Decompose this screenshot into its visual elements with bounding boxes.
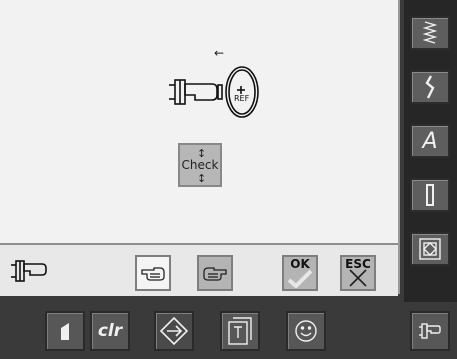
alphabet-label: A <box>422 128 438 154</box>
hand-left-button[interactable] <box>135 255 171 291</box>
action-bar: OK ESC <box>0 243 398 296</box>
presser-foot-hoop-illustration <box>169 66 259 118</box>
diamond-arrows-icon <box>159 316 189 346</box>
ok-button[interactable]: OK <box>282 255 318 291</box>
arrow-down-icon: ↕ <box>197 172 207 185</box>
buttonhole-icon <box>426 184 434 206</box>
check-hoop-button[interactable]: ↕ ↔ Check ↕ <box>178 143 222 187</box>
hand-right-button[interactable] <box>197 255 233 291</box>
practical-stitches-button[interactable] <box>410 16 450 50</box>
check-label: Check <box>180 158 220 172</box>
needle-stop-button[interactable] <box>45 311 85 351</box>
main-panel: ← REF ↕ ↔ Check ↕ <box>0 0 400 296</box>
decorative-stitches-button[interactable] <box>410 70 450 104</box>
esc-button[interactable]: ESC <box>340 255 376 291</box>
embroidery-hoop-button[interactable] <box>154 311 194 351</box>
presser-foot-icon <box>11 260 47 282</box>
tutorial-button[interactable] <box>220 311 260 351</box>
alphabets-button[interactable]: A <box>410 124 450 158</box>
quilt-stitches-button[interactable] <box>410 232 450 266</box>
checkmark-icon <box>287 269 313 288</box>
bottom-toolbar: clr <box>0 302 457 359</box>
hand-pointing-left-icon <box>141 267 165 281</box>
ref-label: REF <box>234 94 250 103</box>
quilt-square-icon <box>419 238 441 260</box>
presser-foot-small-icon <box>419 323 441 339</box>
book-t-icon <box>228 317 252 345</box>
needle-position-icon <box>61 323 69 340</box>
direction-arrow: ← <box>214 46 225 60</box>
clr-label: clr <box>97 321 123 341</box>
buttonholes-button[interactable] <box>410 178 450 212</box>
smiley-icon <box>295 320 317 342</box>
personal-program-button[interactable] <box>286 311 326 351</box>
ok-label: OK <box>290 257 310 271</box>
esc-label: ESC <box>345 257 371 271</box>
hand-pointing-right-icon <box>203 267 227 281</box>
right-sidebar: A <box>404 0 457 302</box>
decorative-stitch-icon <box>425 75 435 99</box>
zigzag-stitch-icon <box>422 21 438 44</box>
presser-foot-indicator-button[interactable] <box>410 311 450 351</box>
clear-button[interactable]: clr <box>90 311 130 351</box>
close-icon <box>349 269 367 287</box>
